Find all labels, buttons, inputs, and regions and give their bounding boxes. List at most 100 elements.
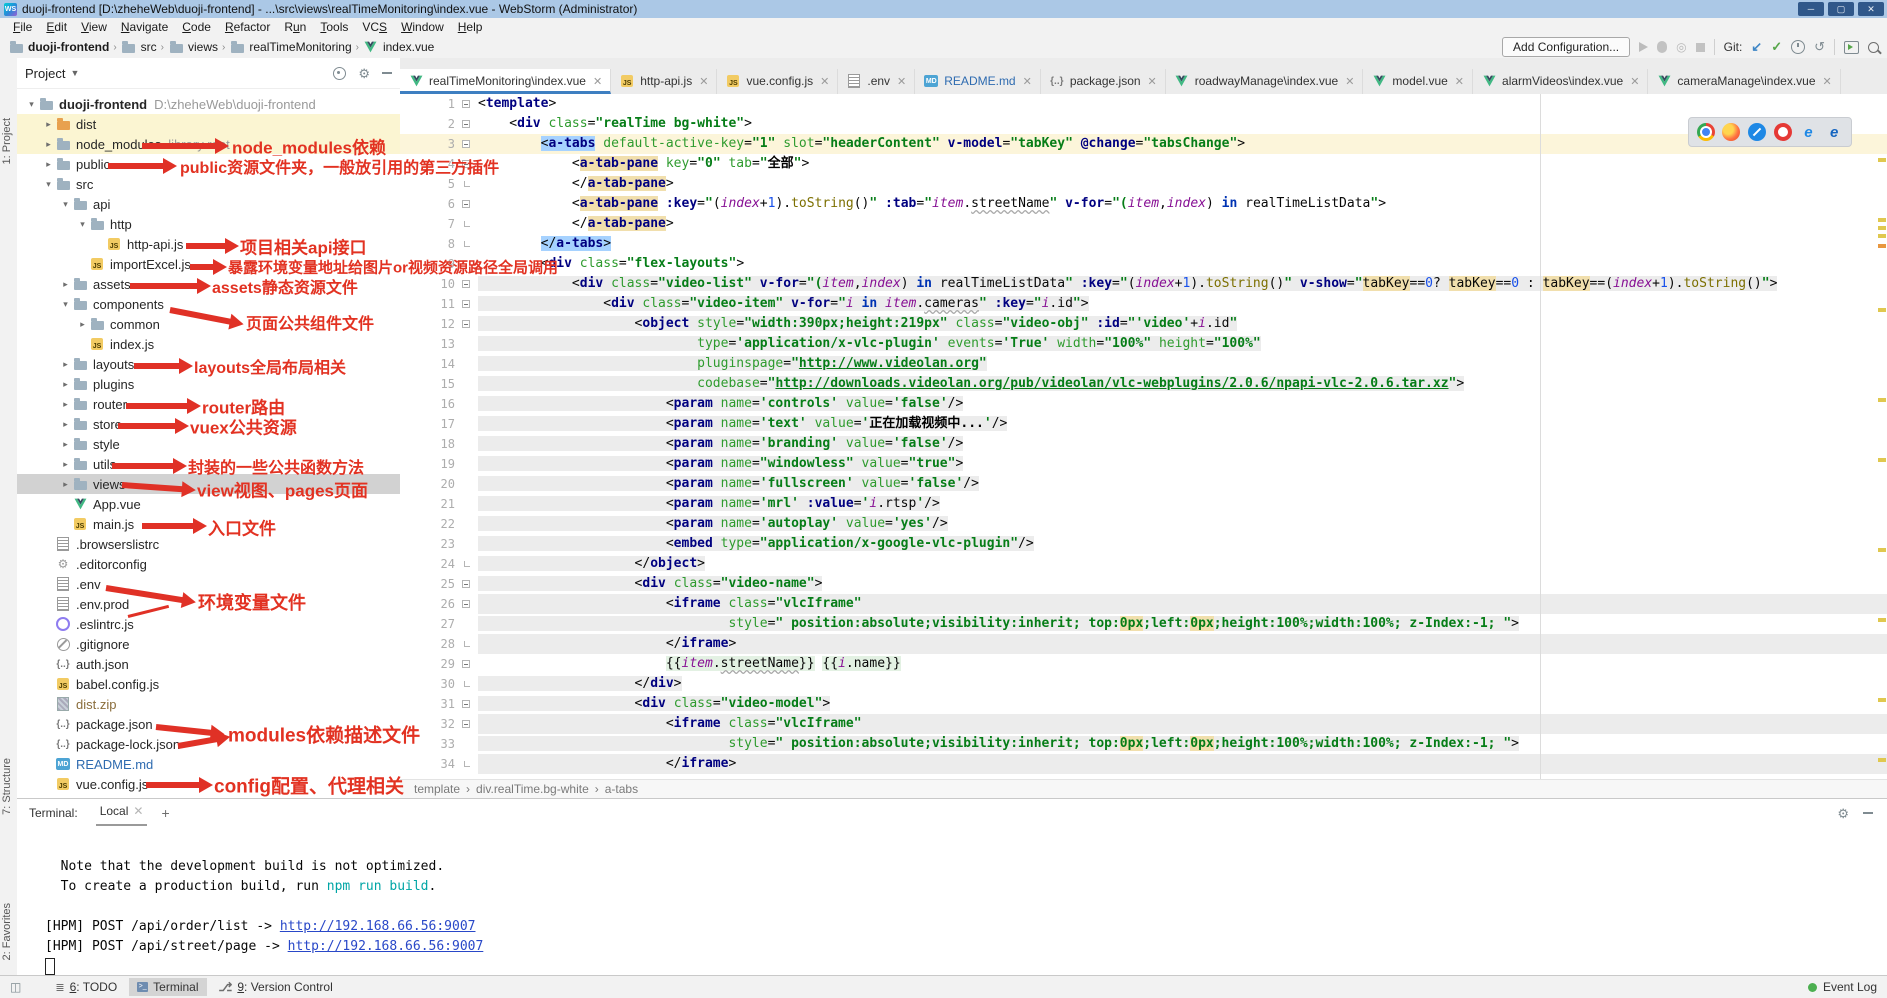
profile-icon[interactable]: ◎ xyxy=(1676,40,1686,54)
code-line-17[interactable]: 17 <param name='text' value='正在加载视频中...'… xyxy=(400,414,1887,434)
code-line-11[interactable]: 11 <div class="video-item" v-for="i in i… xyxy=(400,294,1887,314)
chevron-icon[interactable]: ▸ xyxy=(59,399,72,410)
editor-tab-vue.config.js[interactable]: JSvue.config.js✕ xyxy=(717,69,838,94)
tree-item-src[interactable]: ▾src xyxy=(17,174,400,194)
chevron-icon[interactable]: ▸ xyxy=(42,159,55,170)
tree-item-layouts[interactable]: ▸layouts xyxy=(17,354,400,374)
code-line-3[interactable]: 3 <a-tabs default-active-key="1" slot="h… xyxy=(400,134,1887,154)
search-everywhere-icon[interactable] xyxy=(1868,42,1879,53)
gear-icon[interactable]: ⚙ xyxy=(358,67,370,80)
ie-icon[interactable]: e xyxy=(1799,123,1817,141)
menu-file[interactable]: File xyxy=(6,19,39,35)
project-panel-title[interactable]: Project xyxy=(25,66,65,81)
close-tab-icon[interactable]: ✕ xyxy=(897,75,906,88)
close-tab-icon[interactable]: ✕ xyxy=(1455,75,1464,88)
chevron-icon[interactable]: ▾ xyxy=(42,179,55,190)
code-line-9[interactable]: 9 <div class="flex-layouts"> xyxy=(400,254,1887,274)
code-line-28[interactable]: 28 </iframe> xyxy=(400,634,1887,654)
terminal-output[interactable]: Note that the development build is not o… xyxy=(17,827,1887,977)
chevron-down-icon[interactable]: ▼ xyxy=(70,68,79,78)
editor-tab-alarmVideos-index.vue[interactable]: alarmVideos\index.vue✕ xyxy=(1473,69,1648,94)
tree-item-main.js[interactable]: JSmain.js xyxy=(17,514,400,534)
tree-item-README.md[interactable]: MDREADME.md xyxy=(17,754,400,774)
code-line-34[interactable]: 34 </iframe> xyxy=(400,754,1887,774)
statusbar-6--todo[interactable]: ≣6: TODO xyxy=(47,978,125,996)
chevron-icon[interactable]: ▸ xyxy=(42,119,55,130)
tree-item-package.json[interactable]: {..}package.json xyxy=(17,714,400,734)
tree-item-App.vue[interactable]: App.vue xyxy=(17,494,400,514)
tree-item-duoji-frontend[interactable]: ▾duoji-frontendD:\zheheWeb\duoji-fronten… xyxy=(17,94,400,114)
tree-item-style[interactable]: ▸style xyxy=(17,434,400,454)
chevron-icon[interactable]: ▸ xyxy=(59,359,72,370)
close-tab-icon[interactable]: ✕ xyxy=(820,75,829,88)
breadcrumb-item[interactable]: realTimeMonitoring xyxy=(229,40,351,54)
warning-stripe-mark[interactable] xyxy=(1878,618,1886,622)
event-log-label[interactable]: Event Log xyxy=(1823,980,1877,994)
event-log-icon[interactable] xyxy=(1808,983,1817,992)
warning-stripe-mark[interactable] xyxy=(1878,758,1886,762)
chrome-icon[interactable] xyxy=(1697,123,1715,141)
close-button[interactable]: ✕ xyxy=(1858,2,1884,16)
breadcrumb-item[interactable]: duoji-frontend xyxy=(8,40,109,54)
code-line-18[interactable]: 18 <param name='branding' value='false'/… xyxy=(400,434,1887,454)
terminal-link[interactable]: http://192.168.66.56:9007 xyxy=(280,919,476,934)
chevron-icon[interactable]: ▸ xyxy=(59,419,72,430)
menu-run[interactable]: Run xyxy=(277,19,313,35)
warning-stripe-mark[interactable] xyxy=(1878,398,1886,402)
git-update-icon[interactable]: ↙ xyxy=(1751,39,1762,55)
chevron-icon[interactable]: ▸ xyxy=(76,319,89,330)
chevron-icon[interactable]: ▸ xyxy=(59,379,72,390)
code-line-4[interactable]: 4 <a-tab-pane key="0" tab="全部"> xyxy=(400,154,1887,174)
tool-windows-toggle-icon[interactable]: ◫ xyxy=(10,980,21,994)
editor-breadcrumb-item[interactable]: a-tabs xyxy=(605,782,638,796)
code-line-5[interactable]: 5 </a-tab-pane> xyxy=(400,174,1887,194)
menu-navigate[interactable]: Navigate xyxy=(114,19,175,35)
chevron-icon[interactable]: ▸ xyxy=(59,439,72,450)
warning-stripe-mark[interactable] xyxy=(1878,226,1886,230)
editor-tab-realTimeMonitoring-index.vue[interactable]: realTimeMonitoring\index.vue✕ xyxy=(400,69,611,94)
editor-tab-README.md[interactable]: MDREADME.md✕ xyxy=(915,69,1041,94)
tree-item-nodemodules[interactable]: ▸node_moduleslibrary root xyxy=(17,134,400,154)
chevron-icon[interactable]: ▾ xyxy=(59,299,72,310)
tree-item-views[interactable]: ▸views xyxy=(17,474,400,494)
editor-tab-http-api.js[interactable]: JShttp-api.js✕ xyxy=(611,69,717,94)
warning-stripe-mark[interactable] xyxy=(1878,158,1886,162)
tree-item-vue.config.js[interactable]: JSvue.config.js xyxy=(17,774,400,794)
tree-item-utils[interactable]: ▸utils xyxy=(17,454,400,474)
editor-tab-model.vue[interactable]: model.vue✕ xyxy=(1363,69,1473,94)
tree-item-http[interactable]: ▾http xyxy=(17,214,400,234)
maximize-button[interactable]: ▢ xyxy=(1828,2,1854,16)
editor-tab-roadwayManage-index.vue[interactable]: roadwayManage\index.vue✕ xyxy=(1166,69,1364,94)
stop-icon[interactable] xyxy=(1696,43,1705,52)
code-line-24[interactable]: 24 </object> xyxy=(400,554,1887,574)
git-commit-icon[interactable]: ✓ xyxy=(1771,39,1782,55)
terminal-link[interactable]: http://192.168.66.56:9007 xyxy=(288,939,484,954)
editor-breadcrumb-item[interactable]: div.realTime.bg-white xyxy=(476,782,589,796)
tree-item-.gitignore[interactable]: .gitignore xyxy=(17,634,400,654)
tree-item-dist[interactable]: ▸dist xyxy=(17,114,400,134)
locate-file-icon[interactable] xyxy=(333,67,346,80)
code-line-10[interactable]: 10 <div class="video-list" v-for="(item,… xyxy=(400,274,1887,294)
tree-item-api[interactable]: ▾api xyxy=(17,194,400,214)
tree-item-importExcel.js[interactable]: JSimportExcel.js xyxy=(17,254,400,274)
close-icon[interactable]: ✕ xyxy=(133,804,143,818)
menu-window[interactable]: Window xyxy=(394,19,451,35)
warning-stripe-mark[interactable] xyxy=(1878,218,1886,222)
code-editor[interactable]: 1<template>2 <div class="realTime bg-whi… xyxy=(400,94,1887,780)
minimize-button[interactable]: ─ xyxy=(1798,2,1824,16)
terminal-settings-icon[interactable]: ⚙ xyxy=(1837,807,1849,820)
tree-item-.browserslistrc[interactable]: .browserslistrc xyxy=(17,534,400,554)
statusbar-9--version-control[interactable]: ⎇9: Version Control xyxy=(211,978,341,996)
tree-item-common[interactable]: ▸common xyxy=(17,314,400,334)
tool-window-favorites[interactable]: 2: Favorites xyxy=(1,903,13,960)
tree-item-http-api.js[interactable]: JShttp-api.js xyxy=(17,234,400,254)
code-line-8[interactable]: 8 </a-tabs> xyxy=(400,234,1887,254)
code-line-19[interactable]: 19 <param name="windowless" value="true"… xyxy=(400,454,1887,474)
code-line-26[interactable]: 26 <iframe class="vlcIframe" xyxy=(400,594,1887,614)
history-icon[interactable] xyxy=(1791,40,1805,54)
code-line-13[interactable]: 13 type='application/x-vlc-plugin' event… xyxy=(400,334,1887,354)
chevron-icon[interactable]: ▸ xyxy=(59,459,72,470)
chevron-icon[interactable]: ▾ xyxy=(59,199,72,210)
breadcrumb-item[interactable]: views xyxy=(168,40,218,54)
debug-icon[interactable] xyxy=(1657,41,1667,53)
